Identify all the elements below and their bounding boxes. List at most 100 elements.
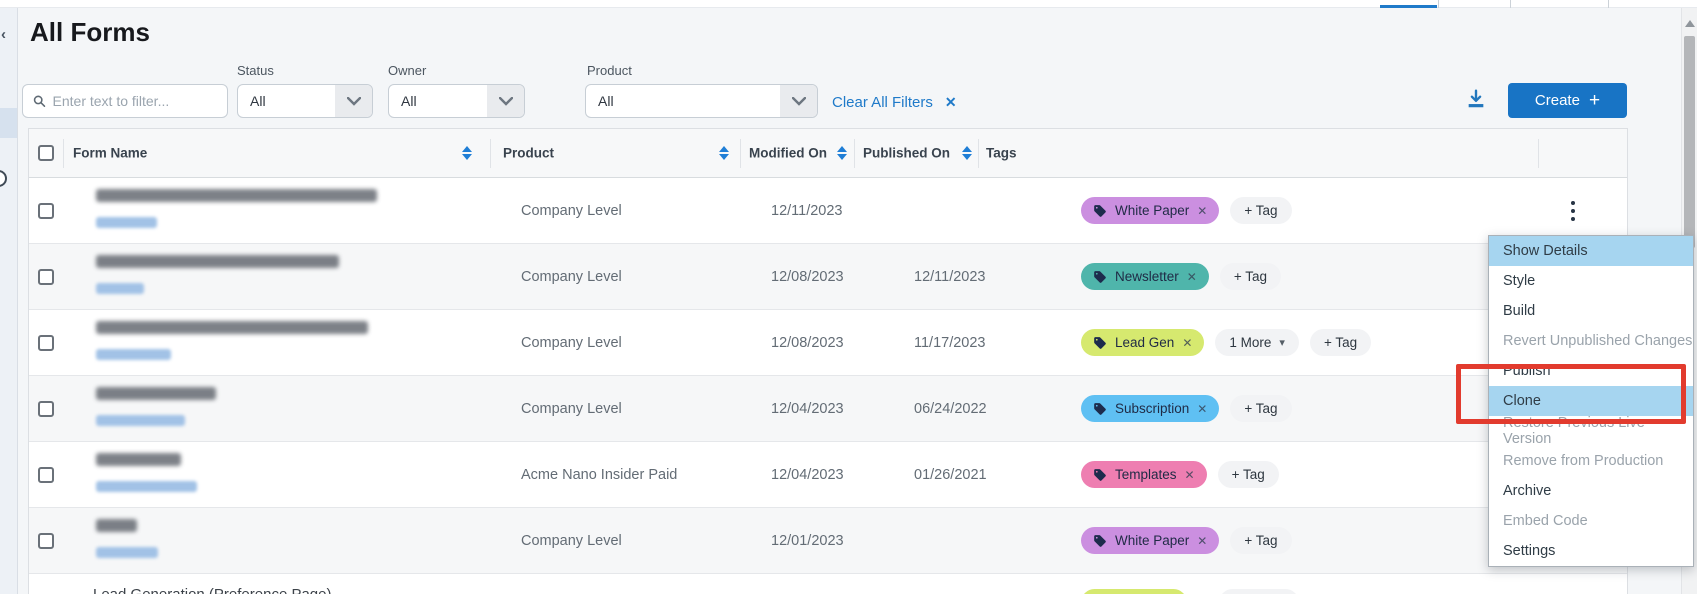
- add-tag-label: + Tag: [1244, 203, 1277, 218]
- form-name-partial: Lead Generation (Preference Page): [93, 585, 331, 594]
- row-checkbox[interactable]: [38, 203, 54, 219]
- tags-cell: White Paper ✕ + Tag: [1081, 508, 1292, 573]
- sort-icon[interactable]: [837, 146, 847, 160]
- cell-published-on: 06/24/2022: [914, 401, 987, 417]
- column-header-published-on[interactable]: Published On: [863, 146, 950, 161]
- form-name-redacted[interactable]: [96, 321, 368, 334]
- menu-item-style[interactable]: Style: [1489, 266, 1693, 296]
- clear-filters-x-icon[interactable]: ✕: [945, 94, 957, 111]
- tag-chip[interactable]: White Paper✕: [1081, 197, 1219, 224]
- remove-tag-icon[interactable]: ✕: [1197, 402, 1207, 416]
- form-name-redacted[interactable]: [96, 189, 377, 202]
- tag-chip[interactable]: White Paper ✕: [1081, 527, 1219, 554]
- table-row: Company Level 12/11/2023 White Paper✕ + Tag: [29, 178, 1627, 244]
- filter-search[interactable]: [22, 84, 228, 118]
- menu-item-show-details[interactable]: Show Details: [1489, 236, 1693, 266]
- remove-tag-icon[interactable]: ✕: [1182, 336, 1192, 350]
- search-input[interactable]: [53, 93, 217, 109]
- tag-icon: [1093, 270, 1107, 284]
- tag-label: Templates: [1115, 467, 1177, 482]
- row-checkbox[interactable]: [38, 467, 54, 483]
- form-name-redacted[interactable]: [96, 453, 181, 466]
- cell-product: Acme Nano Insider Paid: [521, 467, 677, 483]
- cell-product: Company Level: [521, 203, 622, 219]
- cell-modified-on: 12/01/2023: [771, 533, 844, 549]
- column-header-form-name[interactable]: Form Name: [73, 146, 147, 161]
- form-link-redacted[interactable]: [96, 547, 158, 558]
- remove-tag-icon[interactable]: ✕: [1197, 534, 1207, 548]
- product-filter-select[interactable]: All: [585, 84, 818, 118]
- column-header-product[interactable]: Product: [503, 146, 554, 161]
- caret-down-icon: ▾: [1279, 336, 1285, 349]
- cell-modified-on: 12/08/2023: [771, 335, 844, 351]
- column-separator: [1538, 139, 1539, 168]
- column-separator: [63, 139, 64, 168]
- remove-tag-icon[interactable]: ✕: [1197, 204, 1207, 218]
- form-link-redacted[interactable]: [96, 217, 157, 228]
- tag-icon: [1093, 468, 1107, 482]
- tag-chip[interactable]: Lead Gen✕: [1081, 329, 1204, 356]
- remove-tag-icon[interactable]: ✕: [1185, 468, 1195, 482]
- row-actions-kebab-icon[interactable]: [1567, 197, 1579, 225]
- column-separator: [490, 139, 491, 168]
- scrollbar-thumb[interactable]: [1684, 36, 1695, 248]
- create-button[interactable]: Create +: [1508, 83, 1627, 118]
- row-checkbox[interactable]: [38, 335, 54, 351]
- download-icon: [1465, 88, 1487, 110]
- cell-modified-on: 12/11/2023: [771, 203, 843, 219]
- menu-item-archive[interactable]: Archive: [1489, 476, 1693, 506]
- select-all-checkbox[interactable]: [38, 145, 54, 161]
- cell-product: Company Level: [521, 335, 622, 351]
- clear-all-filters-label: Clear All Filters: [832, 94, 933, 111]
- form-link-redacted[interactable]: [96, 349, 171, 360]
- form-name-redacted[interactable]: [96, 255, 339, 268]
- cell-published-on: 11/17/2023: [914, 335, 986, 351]
- row-checkbox[interactable]: [38, 401, 54, 417]
- form-link-redacted[interactable]: [96, 283, 144, 294]
- more-tags-dropdown[interactable]: 1 More ▾: [1215, 329, 1299, 356]
- row-checkbox[interactable]: [38, 533, 54, 549]
- sort-icon[interactable]: [462, 146, 472, 160]
- add-tag-label: + Tag: [1234, 269, 1267, 284]
- add-tag-button[interactable]: + Tag: [1220, 263, 1281, 290]
- tag-label: White Paper: [1115, 533, 1189, 548]
- owner-filter-select[interactable]: All: [388, 84, 525, 118]
- add-tag-button[interactable]: + Tag: [1230, 527, 1291, 554]
- chevron-down-icon: [335, 85, 372, 117]
- form-name-redacted[interactable]: [96, 519, 137, 532]
- clear-all-filters-link[interactable]: Clear All Filters ✕: [832, 94, 957, 111]
- cell-product: Company Level: [521, 269, 622, 285]
- more-tags-label: 1 More: [1229, 335, 1271, 350]
- table-row: Company Level 12/08/2023 11/17/2023 Lead Ge…: [29, 310, 1627, 376]
- menu-item-settings[interactable]: Settings: [1489, 536, 1693, 566]
- menu-item-build[interactable]: Build: [1489, 296, 1693, 326]
- column-header-modified-on[interactable]: Modified On: [749, 146, 827, 161]
- sort-icon[interactable]: [962, 146, 972, 160]
- export-button[interactable]: [1462, 85, 1490, 113]
- tags-cell: Subscription✕ + Tag: [1081, 376, 1292, 441]
- form-name-redacted[interactable]: [96, 387, 216, 400]
- sidebar-collapse-icon[interactable]: ‹: [1, 26, 6, 43]
- row-checkbox[interactable]: [38, 269, 54, 285]
- tab-separator: [1510, 0, 1511, 8]
- collapsed-sidebar[interactable]: ‹: [0, 8, 18, 594]
- add-tag-button[interactable]: + Tag: [1230, 395, 1291, 422]
- scroll-up-arrow[interactable]: [1685, 20, 1695, 27]
- owner-filter-label: Owner: [388, 63, 426, 78]
- tag-chip[interactable]: Templates ✕: [1081, 461, 1207, 488]
- status-filter-select[interactable]: All: [237, 84, 373, 118]
- form-link-redacted[interactable]: [96, 481, 197, 492]
- form-link-redacted[interactable]: [96, 415, 185, 426]
- remove-tag-icon[interactable]: ✕: [1187, 270, 1197, 284]
- add-tag-button[interactable]: + Tag: [1218, 461, 1279, 488]
- tag-icon: [1093, 336, 1107, 350]
- tag-icon: [1093, 402, 1107, 416]
- status-filter-label: Status: [237, 63, 274, 78]
- add-tag-button[interactable]: + Tag: [1230, 197, 1291, 224]
- table-row: Acme Nano Insider Paid12/04/202301/26/20…: [29, 442, 1627, 508]
- tag-chip[interactable]: Newsletter✕: [1081, 263, 1209, 290]
- sort-icon[interactable]: [719, 146, 729, 160]
- status-filter-value: All: [238, 93, 266, 109]
- add-tag-button[interactable]: + Tag: [1310, 329, 1371, 356]
- tag-chip[interactable]: Subscription✕: [1081, 395, 1219, 422]
